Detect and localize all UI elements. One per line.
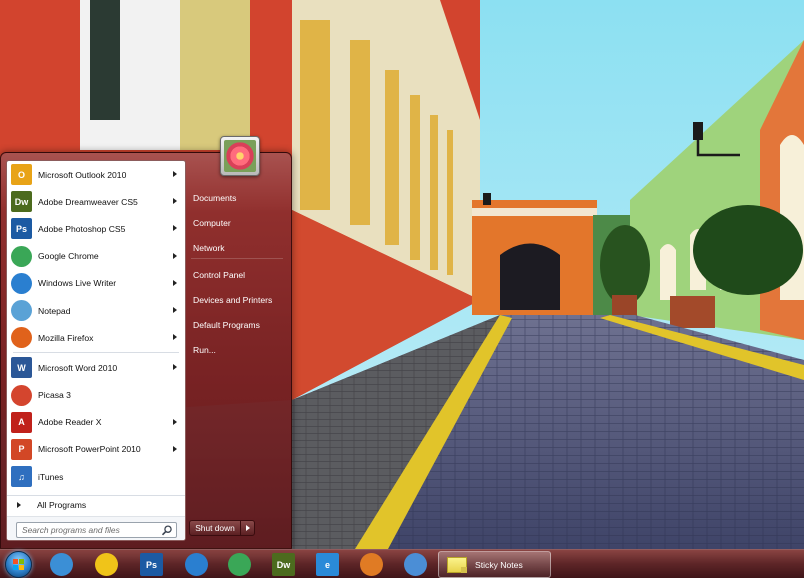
rubber-duck-icon[interactable] bbox=[95, 553, 118, 576]
all-programs-label: All Programs bbox=[37, 499, 87, 510]
acrobat-reader-icon: A bbox=[11, 411, 32, 433]
recent-programs-list: W Microsoft Word 2010 Picasa 3 A Adobe Reade… bbox=[7, 354, 185, 490]
shutdown-options-button[interactable] bbox=[241, 520, 255, 536]
submenu-arrow-icon[interactable] bbox=[173, 364, 177, 371]
program-item[interactable]: Dw Adobe Dreamweaver CS5 bbox=[7, 188, 185, 215]
place-devices-printers[interactable]: Devices and Printers bbox=[193, 295, 272, 305]
program-item[interactable]: Notepad bbox=[7, 297, 185, 324]
program-item[interactable]: Google Chrome bbox=[7, 243, 185, 270]
start-button[interactable] bbox=[5, 551, 32, 578]
place-computer[interactable]: Computer bbox=[193, 218, 231, 228]
search-input[interactable] bbox=[17, 523, 157, 537]
live-writer-icon bbox=[11, 272, 32, 294]
places-separator bbox=[191, 258, 283, 259]
submenu-arrow-icon[interactable] bbox=[173, 225, 177, 232]
taskbar-sticky-notes[interactable]: Sticky Notes bbox=[438, 551, 551, 578]
user-picture[interactable] bbox=[220, 136, 260, 176]
program-label: Adobe Reader X bbox=[38, 417, 102, 428]
chrome-icon bbox=[11, 245, 32, 267]
places-pane: Documents Computer Network Control Panel Dev… bbox=[191, 136, 291, 543]
itunes-icon: ♫ bbox=[11, 466, 32, 488]
program-item[interactable]: O Microsoft Outlook 2010 bbox=[7, 161, 185, 188]
paint-brush-icon[interactable] bbox=[404, 553, 427, 576]
program-label: Microsoft Outlook 2010 bbox=[38, 169, 127, 180]
start-menu: O Microsoft Outlook 2010 Dw Adobe Dreamweav… bbox=[0, 136, 292, 549]
submenu-arrow-icon[interactable] bbox=[173, 171, 177, 177]
program-label: Picasa 3 bbox=[38, 390, 71, 401]
program-label: Mozilla Firefox bbox=[38, 332, 94, 343]
arrow-right-icon bbox=[17, 501, 21, 508]
picasa-icon bbox=[11, 384, 32, 406]
submenu-arrow-icon[interactable] bbox=[173, 418, 177, 425]
search-area bbox=[7, 516, 185, 540]
submenu-arrow-icon[interactable] bbox=[173, 279, 177, 286]
powerpoint-icon: P bbox=[11, 438, 32, 460]
shutdown-group: Shut down bbox=[189, 520, 257, 536]
program-item[interactable]: Ps Adobe Photoshop CS5 bbox=[7, 215, 185, 242]
photoshop-icon[interactable]: Ps bbox=[140, 553, 163, 576]
word-icon: W bbox=[11, 357, 32, 379]
program-label: Adobe Dreamweaver CS5 bbox=[38, 196, 138, 207]
search-icon[interactable] bbox=[161, 525, 173, 536]
programs-separator bbox=[13, 352, 179, 354]
sticky-notes-icon bbox=[447, 556, 467, 573]
photoshop-icon: Ps bbox=[11, 218, 32, 240]
arrow-right-icon bbox=[245, 525, 250, 531]
program-item[interactable]: W Microsoft Word 2010 bbox=[7, 354, 185, 381]
submenu-arrow-icon[interactable] bbox=[173, 445, 177, 452]
program-item[interactable]: A Adobe Reader X bbox=[7, 409, 185, 436]
live-messenger-icon[interactable] bbox=[50, 553, 73, 576]
place-network[interactable]: Network bbox=[193, 243, 225, 253]
dreamweaver-icon: Dw bbox=[11, 191, 32, 213]
notepad-icon bbox=[11, 300, 32, 322]
submenu-arrow-icon[interactable] bbox=[173, 198, 177, 205]
program-item[interactable]: Picasa 3 bbox=[7, 382, 185, 409]
search-box[interactable] bbox=[16, 522, 177, 538]
program-label: Microsoft PowerPoint 2010 bbox=[38, 444, 141, 455]
flower-icon bbox=[224, 140, 256, 172]
programs-pane: O Microsoft Outlook 2010 Dw Adobe Dreamweav… bbox=[6, 160, 186, 541]
live-writer-icon[interactable] bbox=[185, 553, 208, 576]
all-programs-button[interactable]: All Programs bbox=[7, 495, 185, 513]
windows-orb-icon bbox=[13, 559, 24, 570]
submenu-arrow-icon[interactable] bbox=[173, 252, 177, 259]
taskbar: Ps Dw e Sticky Notes bbox=[0, 549, 804, 578]
eye-app-icon[interactable] bbox=[360, 553, 383, 576]
program-label: Notepad bbox=[38, 305, 71, 316]
program-label: Google Chrome bbox=[38, 251, 99, 262]
program-label: iTunes bbox=[38, 471, 64, 482]
shutdown-button[interactable]: Shut down bbox=[189, 520, 241, 536]
pinned-programs-list: O Microsoft Outlook 2010 Dw Adobe Dreamweav… bbox=[7, 161, 185, 351]
program-label: Microsoft Word 2010 bbox=[38, 362, 118, 373]
place-default-programs[interactable]: Default Programs bbox=[193, 320, 260, 330]
place-run[interactable]: Run... bbox=[193, 345, 216, 355]
place-documents[interactable]: Documents bbox=[193, 193, 236, 203]
firefox-icon bbox=[11, 327, 32, 349]
program-item[interactable]: Windows Live Writer bbox=[7, 270, 185, 297]
program-label: Windows Live Writer bbox=[38, 278, 117, 289]
program-item[interactable]: Mozilla Firefox bbox=[7, 324, 185, 351]
chrome-icon[interactable] bbox=[228, 553, 251, 576]
program-label: Adobe Photoshop CS5 bbox=[38, 223, 126, 234]
sticky-notes-label: Sticky Notes bbox=[475, 559, 523, 570]
outlook-icon: O bbox=[11, 164, 32, 186]
submenu-arrow-icon[interactable] bbox=[173, 306, 177, 313]
program-item[interactable]: ♫ iTunes bbox=[7, 463, 185, 490]
place-control-panel[interactable]: Control Panel bbox=[193, 270, 245, 280]
dreamweaver-icon[interactable]: Dw bbox=[272, 553, 295, 576]
program-item[interactable]: P Microsoft PowerPoint 2010 bbox=[7, 436, 185, 463]
submenu-arrow-icon[interactable] bbox=[173, 334, 177, 341]
internet-explorer-icon[interactable]: e bbox=[316, 553, 339, 576]
